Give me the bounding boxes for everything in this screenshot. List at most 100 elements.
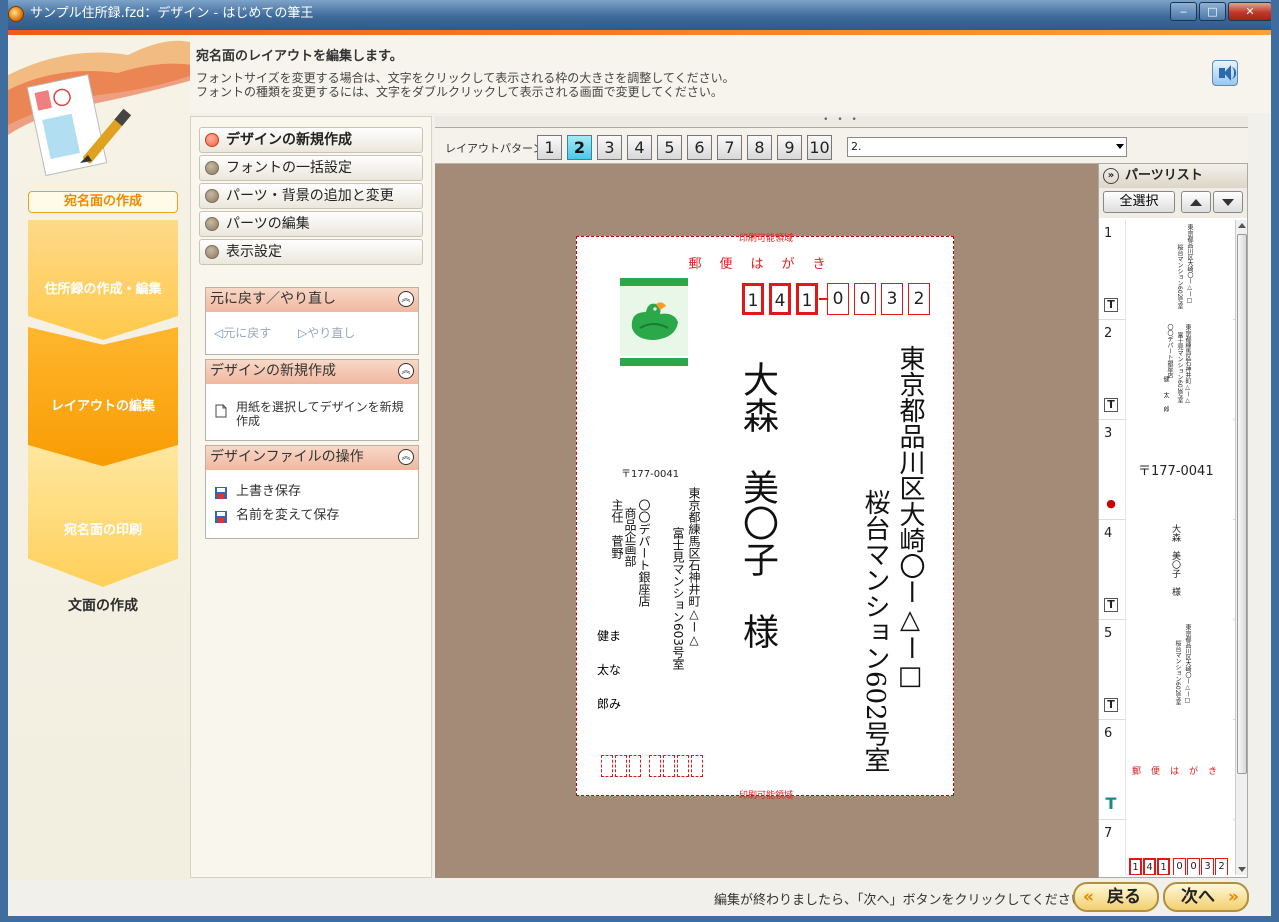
text-part-icon: T — [1104, 298, 1118, 312]
next-button[interactable]: 次へ » — [1163, 882, 1249, 912]
sender-zip-boxes[interactable] — [599, 755, 709, 777]
layout-pattern-dropdown[interactable]: 2. — [847, 137, 1127, 157]
recipient-name[interactable]: 大森 美〇子 様 — [737, 361, 778, 649]
part-preview-text: 桜台マンション602号室 — [1174, 640, 1181, 706]
sender-company[interactable]: 〇〇デパート銀座店 — [637, 499, 651, 607]
stamp-image[interactable] — [620, 278, 688, 366]
mini-zip-boxes: 1410032 — [1129, 858, 1233, 875]
menu-parts-background[interactable]: パーツ・背景の追加と変更 — [199, 183, 423, 209]
part-preview: 〒177-0041 — [1125, 420, 1233, 520]
text-part-icon: T — [1104, 698, 1118, 712]
select-paper-item[interactable]: 用紙を選択してデザインを新規作成 — [206, 384, 418, 440]
parts-list-item[interactable]: 5 T 東京都品川区大崎〇ー△ー□ 桜台マンション602号室 — [1099, 620, 1235, 720]
move-down-button[interactable] — [1213, 191, 1243, 213]
collapse-icon[interactable]: ︽ — [398, 291, 414, 307]
parts-list-header[interactable]: » パーツリスト — [1099, 164, 1247, 188]
menu-new-design-label: デザインの新規作成 — [226, 132, 352, 148]
parts-list-item[interactable]: 7 1410032 — [1099, 820, 1235, 875]
new-design-panel: デザインの新規作成 ︽ 用紙を選択してデザインを新規作成 — [205, 359, 419, 441]
layout-pattern-button-10[interactable]: 10 — [807, 135, 832, 160]
undo-button[interactable]: ◁元に戻す — [214, 324, 271, 341]
part-preview-text: 〇〇デパート銀座店 — [1166, 324, 1173, 378]
layout-pattern-button-8[interactable]: 8 — [747, 135, 772, 160]
family-names[interactable]: 健ま 太な 郎み — [597, 619, 637, 721]
sender-address-1[interactable]: 東京都練馬区石神井町△ー△ — [687, 487, 701, 647]
parts-list-item[interactable]: 2 T 東京都練馬区石神井町△ー△ 富士見マンション603号室 〇〇デパート銀座… — [1099, 320, 1235, 420]
select-all-button[interactable]: 全選択 — [1103, 191, 1175, 213]
print-area-label-top: 印刷可能領域 — [738, 234, 793, 244]
recipient-address-line-2[interactable]: 桜台マンション602号室 — [860, 489, 890, 773]
sender-zip[interactable]: 〒177-0041 — [621, 465, 679, 480]
parts-list-toolbar: 全選択 — [1099, 188, 1247, 218]
app-icon — [8, 6, 24, 22]
close-button[interactable]: ✕ — [1228, 2, 1272, 21]
postcard-header-text[interactable]: 郵便はがき — [577, 253, 955, 272]
undo-redo-header[interactable]: 元に戻す／やり直し ︽ — [206, 288, 418, 312]
mini-zip-digit: 1 — [1129, 858, 1142, 875]
menu-new-design[interactable]: デザインの新規作成 — [199, 127, 423, 153]
redo-button[interactable]: ▷やり直し — [298, 324, 355, 341]
part-number: 5 — [1104, 626, 1113, 641]
minimize-button[interactable]: ‒ — [1170, 2, 1197, 21]
parts-list-item[interactable]: 6 T 郵便はがき — [1099, 720, 1235, 820]
menu-panel: デザインの新規作成 フォントの一括設定 パーツ・背景の追加と変更 パーツの編集 … — [190, 116, 432, 878]
sender-department[interactable]: 商品企画部 — [623, 507, 637, 567]
sender-address-2[interactable]: 富士見マンション603号室 — [671, 527, 685, 670]
part-preview: 東京都練馬区石神井町△ー△ 富士見マンション603号室 〇〇デパート銀座店 健 … — [1125, 320, 1233, 420]
recipient-address-line-1[interactable]: 東京都品川区大崎〇ー△ー□ — [895, 345, 925, 691]
sender-name[interactable]: 菅野 — [610, 535, 624, 559]
menu-parts-edit[interactable]: パーツの編集 — [199, 211, 423, 237]
splitter-handle[interactable]: • • • — [435, 116, 1248, 128]
postcard-preview[interactable]: 印刷可能領域 郵便はがき 1410032 東京都品川区大崎〇ー△ー□ 桜台マンシ… — [576, 234, 955, 801]
maximize-button[interactable]: □ — [1199, 2, 1226, 21]
part-number: 2 — [1104, 326, 1113, 341]
family-row: 太な — [597, 653, 637, 687]
zip-code-boxes[interactable]: 1410032 — [742, 283, 942, 315]
nav-layout-label: レイアウトの編集 — [50, 399, 155, 414]
nav-address-book[interactable]: 住所録の作成・編集 — [28, 220, 178, 340]
design-file-header[interactable]: デザインファイルの操作 ︽ — [206, 446, 418, 470]
layout-pattern-button-2[interactable]: 2 — [567, 135, 592, 160]
back-button[interactable]: « 戻る — [1073, 882, 1159, 912]
chevron-right-icon: » — [1228, 887, 1239, 907]
title-bar[interactable]: サンプル住所録.fzd：デザイン - はじめての筆王 ‒ □ ✕ — [0, 0, 1279, 30]
nav-front-design[interactable]: 文面の作成 — [28, 595, 178, 615]
layout-pattern-button-3[interactable]: 3 — [597, 135, 622, 160]
layout-pattern-button-4[interactable]: 4 — [627, 135, 652, 160]
sender-title[interactable]: 主任 — [610, 499, 624, 523]
part-preview: 郵便はがき — [1125, 720, 1233, 820]
parts-list-item[interactable]: 1 T 東京都品川区大崎〇ー△ー□ 桜台マンション602号室 — [1099, 220, 1235, 320]
overwrite-save-label: 上書き保存 — [236, 484, 302, 499]
part-number: 3 — [1104, 426, 1113, 441]
parts-list: 1 T 東京都品川区大崎〇ー△ー□ 桜台マンション602号室 2 T 東京都練馬… — [1099, 220, 1235, 875]
scroll-down-icon[interactable] — [1238, 867, 1246, 872]
speaker-icon[interactable] — [1212, 60, 1238, 86]
collapse-icon[interactable]: ︽ — [398, 363, 414, 379]
dropdown-arrow-icon — [1116, 144, 1124, 149]
new-design-header[interactable]: デザインの新規作成 ︽ — [206, 360, 418, 384]
design-file-title: デザインファイルの操作 — [210, 449, 364, 465]
part-preview-text: 郵便はがき — [1132, 767, 1228, 777]
parts-list-item[interactable]: 3 ● 〒177-0041 — [1099, 420, 1235, 520]
collapse-icon[interactable]: ︽ — [398, 449, 414, 465]
overwrite-save-item[interactable]: 上書き保存 — [206, 480, 418, 504]
menu-display-settings[interactable]: 表示設定 — [199, 239, 423, 265]
layout-pattern-button-1[interactable]: 1 — [537, 135, 562, 160]
save-as-item[interactable]: 名前を変えて保存 — [206, 504, 418, 528]
parts-list-panel: » パーツリスト 全選択 1 T 東京都品川区大崎〇ー△ー□ 桜台マンション602… — [1098, 163, 1248, 878]
layout-pattern-button-5[interactable]: 5 — [657, 135, 682, 160]
part-preview-text: 東京都練馬区石神井町△ー△ — [1184, 324, 1191, 404]
part-number: 4 — [1104, 526, 1113, 541]
layout-pattern-button-7[interactable]: 7 — [717, 135, 742, 160]
layout-pattern-button-9[interactable]: 9 — [777, 135, 802, 160]
layout-pattern-button-6[interactable]: 6 — [687, 135, 712, 160]
collapse-right-icon[interactable]: » — [1103, 168, 1119, 184]
part-preview-text: 大森 美〇子 様 — [1170, 524, 1180, 596]
scroll-thumb[interactable] — [1237, 234, 1247, 774]
menu-font-settings[interactable]: フォントの一括設定 — [199, 155, 423, 181]
scroll-up-icon[interactable] — [1238, 223, 1246, 228]
move-up-button[interactable] — [1181, 191, 1211, 213]
parts-list-scrollbar[interactable] — [1235, 220, 1247, 875]
print-area-label-bottom: 印刷可能領域 — [738, 791, 793, 801]
parts-list-item[interactable]: 4 T 大森 美〇子 様 — [1099, 520, 1235, 620]
